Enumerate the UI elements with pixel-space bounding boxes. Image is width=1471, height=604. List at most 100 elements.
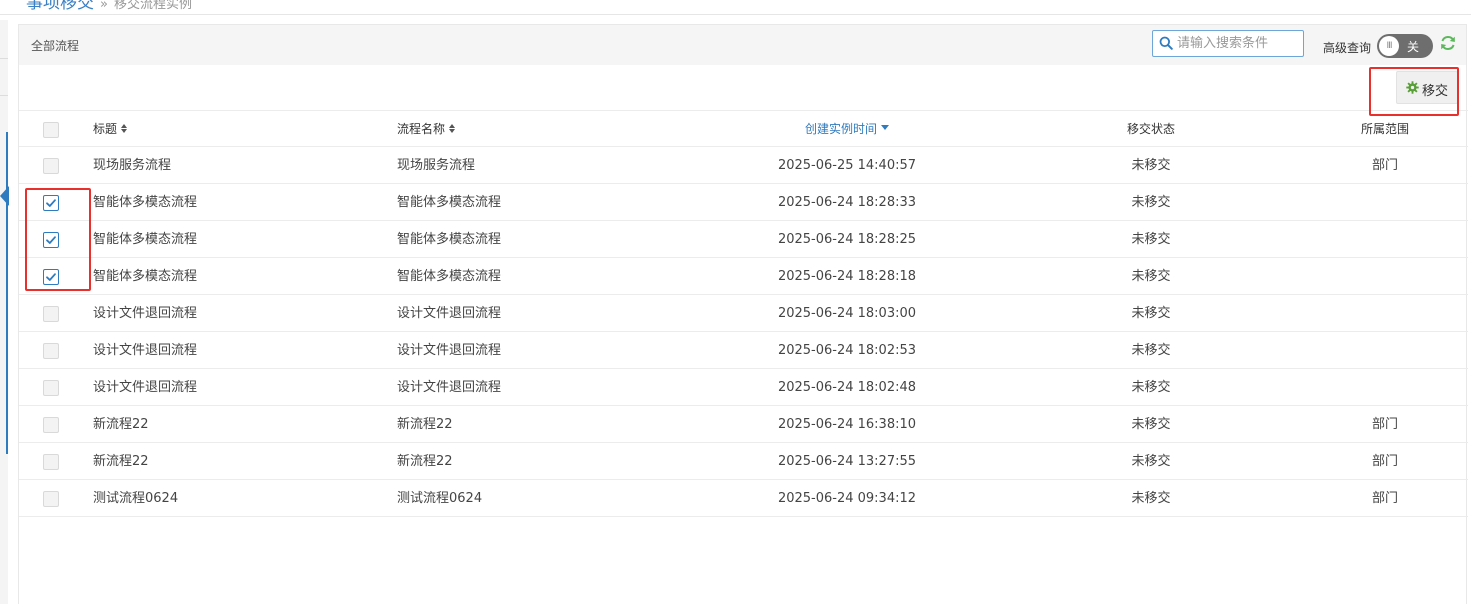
row-created-time: 2025-06-24 13:27:55 (777, 454, 917, 469)
row-checkbox[interactable] (43, 491, 59, 507)
row-title[interactable]: 测试流程0624 (93, 480, 178, 517)
process-panel: 全部流程 高级查询 III 关 (18, 24, 1468, 604)
row-title[interactable]: 智能体多模态流程 (93, 221, 197, 258)
table-header: 标题 流程名称 创建实例时间 移交状态 所属范围 (19, 110, 1468, 147)
row-title[interactable]: 现场服务流程 (93, 147, 171, 184)
row-title[interactable]: 设计文件退回流程 (93, 332, 197, 369)
table-row[interactable]: 新流程22 新流程22 2025-06-24 13:27:55 未移交 部门 (19, 443, 1468, 480)
row-process-name: 新流程22 (397, 454, 453, 469)
select-all-cell (43, 111, 59, 148)
row-checkbox-cell (43, 332, 59, 369)
table-row[interactable]: 设计文件退回流程 设计文件退回流程 2025-06-24 18:03:00 未移交 (19, 295, 1468, 332)
column-header-label: 创建实例时间 (804, 122, 877, 136)
row-created-time: 2025-06-24 18:28:25 (777, 232, 917, 247)
row-checkbox[interactable] (43, 158, 59, 174)
column-header-label: 流程名称 (397, 122, 446, 136)
sidebar-active-indicator (6, 132, 8, 454)
table-row[interactable]: 智能体多模态流程 智能体多模态流程 2025-06-24 18:28:25 未移交 (19, 221, 1468, 258)
row-scope: 部门 (1371, 158, 1398, 173)
column-header-created-time[interactable]: 创建实例时间 (747, 111, 947, 148)
search-box[interactable] (1152, 30, 1304, 57)
table-body: 现场服务流程 现场服务流程 2025-06-25 14:40:57 未移交 部门 智能体多… (19, 147, 1468, 517)
table-row[interactable]: 现场服务流程 现场服务流程 2025-06-25 14:40:57 未移交 部门 (19, 147, 1468, 184)
table-row[interactable]: 测试流程0624 测试流程0624 2025-06-24 09:34:12 未移交 部门 (19, 480, 1468, 517)
row-title[interactable]: 设计文件退回流程 (93, 369, 197, 406)
sort-desc-icon[interactable] (881, 125, 889, 130)
sidebar-collapse-arrow-icon[interactable] (0, 186, 9, 206)
row-created-time: 2025-06-25 14:40:57 (777, 158, 917, 173)
row-created-time: 2025-06-24 16:38:10 (777, 417, 917, 432)
column-header-label: 标题 (93, 122, 118, 136)
breadcrumb-root[interactable]: 事项移交 (26, 0, 94, 13)
sidebar-divider (0, 95, 8, 96)
table-row[interactable]: 设计文件退回流程 设计文件退回流程 2025-06-24 18:02:53 未移交 (19, 332, 1468, 369)
page: 事项移交 » 移交流程实例 全部流程 高级查询 III 关 (0, 0, 1471, 604)
row-checkbox[interactable] (43, 232, 59, 248)
toggle-state-text: 关 (1407, 40, 1420, 54)
toggle-knob: III (1379, 36, 1399, 56)
sort-icon[interactable] (449, 124, 457, 133)
row-process-name: 测试流程0624 (397, 491, 483, 506)
row-transfer-status: 未移交 (1131, 232, 1171, 247)
row-scope (1335, 369, 1435, 406)
row-title[interactable]: 智能体多模态流程 (93, 258, 197, 295)
row-process-name: 智能体多模态流程 (397, 269, 502, 284)
row-scope: 部门 (1371, 491, 1398, 506)
row-created-time: 2025-06-24 18:28:18 (777, 269, 917, 284)
row-scope (1335, 184, 1435, 221)
row-created-time: 2025-06-24 09:34:12 (777, 491, 917, 506)
row-checkbox-cell (43, 258, 59, 295)
divider (0, 14, 1471, 15)
table-row[interactable]: 智能体多模态流程 智能体多模态流程 2025-06-24 18:28:18 未移交 (19, 258, 1468, 295)
search-icon[interactable] (1159, 36, 1173, 50)
row-created-time: 2025-06-24 18:28:33 (777, 195, 917, 210)
table-row[interactable]: 新流程22 新流程22 2025-06-24 16:38:10 未移交 部门 (19, 406, 1468, 443)
row-transfer-status: 未移交 (1131, 417, 1171, 432)
panel-header: 全部流程 高级查询 III 关 (19, 25, 1466, 65)
search-input[interactable] (1177, 34, 1299, 53)
sort-icon[interactable] (121, 124, 129, 133)
row-transfer-status: 未移交 (1131, 158, 1171, 173)
transfer-button-label: 移交 (1422, 84, 1449, 99)
row-created-time: 2025-06-24 18:03:00 (777, 306, 917, 321)
row-transfer-status: 未移交 (1131, 491, 1171, 506)
breadcrumb: 事项移交 » 移交流程实例 (26, 0, 192, 13)
row-checkbox[interactable] (43, 454, 59, 470)
advanced-search-label: 高级查询 (1323, 41, 1372, 55)
row-checkbox[interactable] (43, 417, 59, 433)
row-title[interactable]: 新流程22 (93, 443, 149, 480)
row-transfer-status: 未移交 (1131, 306, 1171, 321)
table-row[interactable]: 设计文件退回流程 设计文件退回流程 2025-06-24 18:02:48 未移交 (19, 369, 1468, 406)
row-title[interactable]: 新流程22 (93, 406, 149, 443)
refresh-icon[interactable] (1439, 34, 1457, 52)
row-checkbox[interactable] (43, 195, 59, 211)
column-header-process-name[interactable]: 流程名称 (397, 111, 457, 148)
row-title[interactable]: 智能体多模态流程 (93, 184, 197, 221)
row-process-name: 智能体多模态流程 (397, 195, 502, 210)
row-checkbox[interactable] (43, 269, 59, 285)
column-header-transfer-status: 移交状态 (1126, 122, 1175, 136)
transfer-button[interactable]: 移交 (1396, 71, 1458, 104)
select-all-checkbox[interactable] (43, 122, 59, 138)
breadcrumb-separator: » (100, 0, 108, 12)
row-transfer-status: 未移交 (1131, 380, 1171, 395)
row-process-name: 设计文件退回流程 (397, 343, 502, 358)
row-title[interactable]: 设计文件退回流程 (93, 295, 197, 332)
process-table: 标题 流程名称 创建实例时间 移交状态 所属范围 现场服务流程 现场服务流程 202… (19, 110, 1468, 517)
panel-title: 全部流程 (31, 39, 80, 53)
row-process-name: 智能体多模态流程 (397, 232, 502, 247)
row-checkbox[interactable] (43, 343, 59, 359)
row-transfer-status: 未移交 (1131, 269, 1171, 284)
row-checkbox-cell (43, 221, 59, 258)
row-scope: 部门 (1371, 454, 1398, 469)
advanced-search-toggle[interactable]: III 关 (1377, 34, 1433, 58)
row-process-name: 设计文件退回流程 (397, 306, 502, 321)
table-row[interactable]: 智能体多模态流程 智能体多模态流程 2025-06-24 18:28:33 未移交 (19, 184, 1468, 221)
row-scope (1335, 295, 1435, 332)
gear-icon (1406, 81, 1419, 94)
row-checkbox-cell (43, 406, 59, 443)
column-header-title[interactable]: 标题 (93, 111, 129, 148)
row-checkbox[interactable] (43, 306, 59, 322)
row-checkbox[interactable] (43, 380, 59, 396)
row-process-name: 设计文件退回流程 (397, 380, 502, 395)
